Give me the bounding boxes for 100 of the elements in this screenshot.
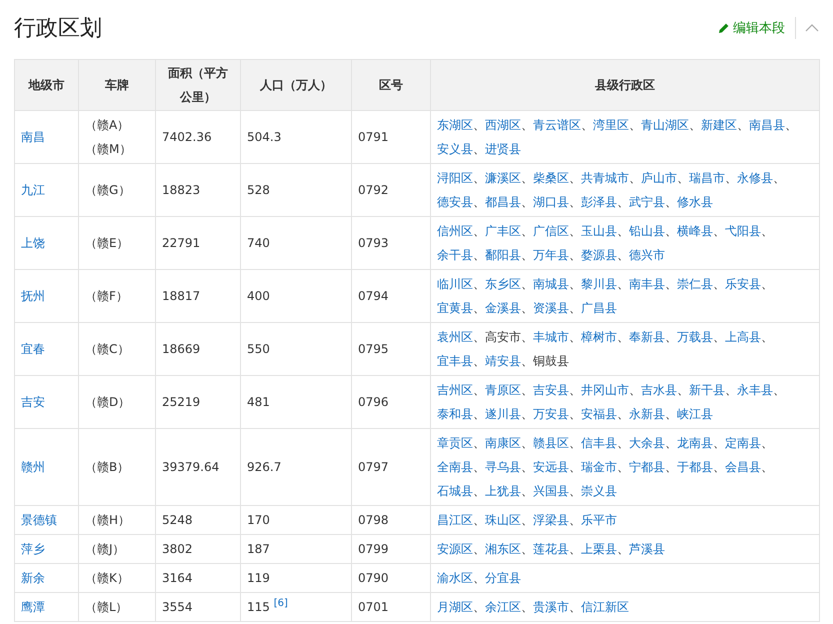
county-link[interactable]: 新建区 bbox=[701, 118, 737, 132]
county-link[interactable]: 寻乌县 bbox=[485, 460, 521, 474]
county-link[interactable]: 南康区 bbox=[485, 436, 521, 450]
county-link[interactable]: 昌江区 bbox=[437, 513, 473, 527]
county-link[interactable]: 余江区 bbox=[485, 600, 521, 614]
county-link[interactable]: 广昌县 bbox=[581, 301, 617, 315]
county-link[interactable]: 广丰区 bbox=[485, 224, 521, 238]
county-link[interactable]: 信丰县 bbox=[581, 436, 617, 450]
county-link[interactable]: 德安县 bbox=[437, 195, 473, 209]
county-link[interactable]: 定南县 bbox=[725, 436, 761, 450]
county-link[interactable]: 武宁县 bbox=[629, 195, 665, 209]
city-link[interactable]: 新余 bbox=[21, 571, 45, 585]
county-link[interactable]: 永新县 bbox=[629, 407, 665, 421]
county-link[interactable]: 安远县 bbox=[533, 460, 569, 474]
county-link[interactable]: 袁州区 bbox=[437, 330, 473, 344]
county-link[interactable]: 余干县 bbox=[437, 248, 473, 262]
county-link[interactable]: 于都县 bbox=[677, 460, 713, 474]
county-link[interactable]: 贵溪市 bbox=[533, 600, 569, 614]
county-link[interactable]: 全南县 bbox=[437, 460, 473, 474]
county-link[interactable]: 莲花县 bbox=[533, 542, 569, 556]
county-link[interactable]: 万安县 bbox=[533, 407, 569, 421]
city-link[interactable]: 萍乡 bbox=[21, 542, 45, 556]
county-link[interactable]: 西湖区 bbox=[485, 118, 521, 132]
county-link[interactable]: 临川区 bbox=[437, 277, 473, 291]
county-link[interactable]: 瑞昌市 bbox=[689, 171, 725, 185]
county-link[interactable]: 彭泽县 bbox=[581, 195, 617, 209]
city-link[interactable]: 抚州 bbox=[21, 289, 45, 303]
county-link[interactable]: 东乡区 bbox=[485, 277, 521, 291]
county-link[interactable]: 信江新区 bbox=[581, 600, 629, 614]
county-link[interactable]: 德兴市 bbox=[629, 248, 665, 262]
county-link[interactable]: 月湖区 bbox=[437, 600, 473, 614]
county-link[interactable]: 丰城市 bbox=[533, 330, 569, 344]
county-link[interactable]: 珠山区 bbox=[485, 513, 521, 527]
county-link[interactable]: 章贡区 bbox=[437, 436, 473, 450]
edit-link[interactable]: 编辑本段 bbox=[718, 19, 785, 37]
county-link[interactable]: 湖口县 bbox=[533, 195, 569, 209]
county-link[interactable]: 分宜县 bbox=[485, 571, 521, 585]
county-link[interactable]: 安源区 bbox=[437, 542, 473, 556]
county-link[interactable]: 信州区 bbox=[437, 224, 473, 238]
county-link[interactable]: 赣县区 bbox=[533, 436, 569, 450]
county-link[interactable]: 进贤县 bbox=[485, 142, 521, 156]
county-link[interactable]: 奉新县 bbox=[629, 330, 665, 344]
county-link[interactable]: 弋阳县 bbox=[725, 224, 761, 238]
city-link[interactable]: 上饶 bbox=[21, 236, 45, 250]
county-link[interactable]: 上高县 bbox=[725, 330, 761, 344]
county-link[interactable]: 峡江县 bbox=[677, 407, 713, 421]
county-link[interactable]: 泰和县 bbox=[437, 407, 473, 421]
county-link[interactable]: 上犹县 bbox=[485, 484, 521, 498]
county-link[interactable]: 宜丰县 bbox=[437, 354, 473, 368]
county-link[interactable]: 上栗县 bbox=[581, 542, 617, 556]
county-link[interactable]: 柴桑区 bbox=[533, 171, 569, 185]
county-link[interactable]: 修水县 bbox=[677, 195, 713, 209]
county-link[interactable]: 庐山市 bbox=[641, 171, 677, 185]
county-link[interactable]: 横峰县 bbox=[677, 224, 713, 238]
county-link[interactable]: 乐安县 bbox=[725, 277, 761, 291]
county-link[interactable]: 东湖区 bbox=[437, 118, 473, 132]
county-link[interactable]: 崇义县 bbox=[581, 484, 617, 498]
city-link[interactable]: 南昌 bbox=[21, 130, 45, 144]
county-link[interactable]: 永修县 bbox=[737, 171, 773, 185]
county-link[interactable]: 吉水县 bbox=[641, 383, 677, 397]
county-link[interactable]: 靖安县 bbox=[485, 354, 521, 368]
county-link[interactable]: 万年县 bbox=[533, 248, 569, 262]
county-link[interactable]: 濂溪区 bbox=[485, 171, 521, 185]
city-link[interactable]: 鹰潭 bbox=[21, 600, 45, 614]
county-link[interactable]: 永丰县 bbox=[737, 383, 773, 397]
city-link[interactable]: 宜春 bbox=[21, 342, 45, 356]
county-link[interactable]: 铅山县 bbox=[629, 224, 665, 238]
county-link[interactable]: 婺源县 bbox=[581, 248, 617, 262]
county-link[interactable]: 新干县 bbox=[689, 383, 725, 397]
county-link[interactable]: 金溪县 bbox=[485, 301, 521, 315]
county-link[interactable]: 崇仁县 bbox=[677, 277, 713, 291]
county-link[interactable]: 南丰县 bbox=[629, 277, 665, 291]
county-link[interactable]: 吉安县 bbox=[533, 383, 569, 397]
county-link[interactable]: 瑞金市 bbox=[581, 460, 617, 474]
county-link[interactable]: 南昌县 bbox=[749, 118, 785, 132]
county-link[interactable]: 芦溪县 bbox=[629, 542, 665, 556]
county-link[interactable]: 都昌县 bbox=[485, 195, 521, 209]
county-link[interactable]: 青原区 bbox=[485, 383, 521, 397]
county-link[interactable]: 遂川县 bbox=[485, 407, 521, 421]
city-link[interactable]: 吉安 bbox=[21, 395, 45, 409]
city-link[interactable]: 九江 bbox=[21, 183, 45, 197]
county-link[interactable]: 兴国县 bbox=[533, 484, 569, 498]
county-link[interactable]: 安福县 bbox=[581, 407, 617, 421]
county-link[interactable]: 湘东区 bbox=[485, 542, 521, 556]
county-link[interactable]: 会昌县 bbox=[725, 460, 761, 474]
county-link[interactable]: 玉山县 bbox=[581, 224, 617, 238]
county-link[interactable]: 安义县 bbox=[437, 142, 473, 156]
county-link[interactable]: 湾里区 bbox=[593, 118, 629, 132]
county-link[interactable]: 龙南县 bbox=[677, 436, 713, 450]
county-link[interactable]: 资溪县 bbox=[533, 301, 569, 315]
county-link[interactable]: 浮梁县 bbox=[533, 513, 569, 527]
county-link[interactable]: 井冈山市 bbox=[581, 383, 629, 397]
county-link[interactable]: 共青城市 bbox=[581, 171, 629, 185]
county-link[interactable]: 宁都县 bbox=[629, 460, 665, 474]
county-link[interactable]: 鄱阳县 bbox=[485, 248, 521, 262]
county-link[interactable]: 石城县 bbox=[437, 484, 473, 498]
county-link[interactable]: 万载县 bbox=[677, 330, 713, 344]
county-link[interactable]: 乐平市 bbox=[581, 513, 617, 527]
county-link[interactable]: 樟树市 bbox=[581, 330, 617, 344]
county-link[interactable]: 大余县 bbox=[629, 436, 665, 450]
